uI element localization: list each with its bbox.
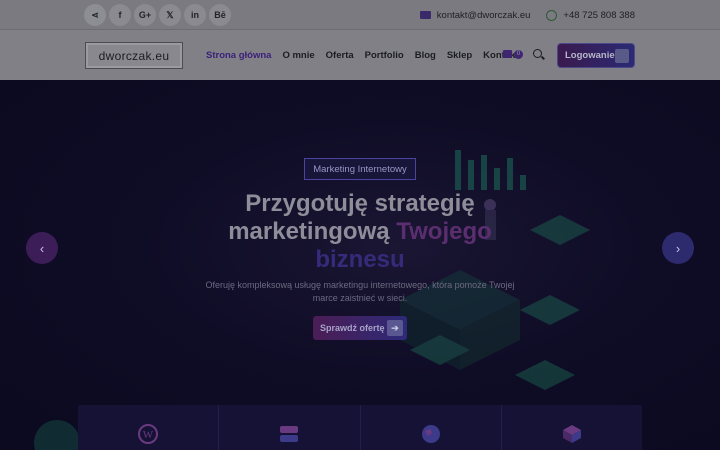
- box-icon: [562, 425, 581, 443]
- email-text: kontakt@dworczak.eu: [436, 9, 531, 21]
- x-twitter-icon[interactable]: 𝕏: [159, 4, 181, 26]
- menu-item-shop[interactable]: Sklep: [447, 50, 472, 61]
- page: ⋖ f G+ 𝕏 in Bē kontakt@dworczak.eu +48 7…: [0, 0, 720, 450]
- hero-tag: Marketing Internetowy: [304, 158, 416, 180]
- check-offer-button[interactable]: Sprawdź ofertę ➔: [313, 316, 407, 340]
- feature-card[interactable]: W: [78, 405, 220, 450]
- login-label: Logowanie: [565, 50, 615, 61]
- globe-icon: [421, 425, 440, 443]
- slider-prev-button[interactable]: ‹: [26, 232, 58, 264]
- main-menu: Strona główna O mnie Oferta Portfolio Bl…: [206, 30, 519, 80]
- server-icon: [280, 426, 299, 442]
- menu-item-blog[interactable]: Blog: [415, 50, 436, 61]
- menu-item-portfolio[interactable]: Portfolio: [365, 50, 404, 61]
- cta-label: Sprawdź ofertę: [320, 323, 385, 333]
- arrow-right-icon: ➔: [387, 320, 403, 336]
- hero-title-highlight: Twojego: [396, 218, 492, 245]
- chevron-right-icon: ›: [675, 240, 681, 256]
- slider-next-button[interactable]: ›: [662, 232, 694, 264]
- google-plus-icon[interactable]: G+: [134, 4, 156, 26]
- feature-card[interactable]: [219, 405, 361, 450]
- hero-title-line3: biznesu: [315, 246, 405, 273]
- wordpress-icon: W: [138, 424, 159, 444]
- menu-item-about[interactable]: O mnie: [282, 50, 314, 61]
- features-strip: W: [78, 405, 642, 450]
- feature-card[interactable]: [501, 405, 642, 450]
- hero-subtitle: Oferuję kompleksową usługę marketingu in…: [205, 280, 515, 303]
- svg-text:W: W: [143, 429, 154, 441]
- user-icon: [615, 49, 629, 63]
- linkedin-icon[interactable]: in: [184, 4, 206, 26]
- menu-item-home[interactable]: Strona główna: [206, 50, 271, 61]
- search-icon[interactable]: [533, 49, 542, 58]
- cart-count-badge: 0: [514, 49, 523, 59]
- phone-text: +48 725 808 388: [563, 9, 635, 21]
- hero-title-line2: marketingową Twojego: [180, 218, 540, 246]
- behance-icon[interactable]: Bē: [209, 4, 231, 26]
- contact-info: kontakt@dworczak.eu +48 725 808 388: [412, 0, 635, 30]
- social-links: ⋖ f G+ 𝕏 in Bē: [84, 4, 231, 26]
- login-button[interactable]: Logowanie: [557, 43, 635, 68]
- facebook-icon[interactable]: f: [109, 4, 131, 26]
- menu-item-offer[interactable]: Oferta: [326, 50, 354, 61]
- share-icon[interactable]: ⋖: [84, 4, 106, 26]
- decor-orb: [34, 420, 80, 450]
- cart-button[interactable]: 0: [502, 44, 524, 64]
- shopping-bag-icon: [503, 50, 512, 58]
- top-bar: ⋖ f G+ 𝕏 in Bē kontakt@dworczak.eu +48 7…: [0, 0, 720, 30]
- phone-link[interactable]: +48 725 808 388: [546, 9, 635, 21]
- hero-title: Przygotuję strategię marketingową Twojeg…: [180, 190, 540, 274]
- whatsapp-icon: [546, 9, 558, 21]
- email-link[interactable]: kontakt@dworczak.eu: [419, 9, 531, 21]
- mail-icon: [419, 11, 431, 19]
- main-navbar: dworczak.eu Strona główna O mnie Oferta …: [0, 30, 720, 80]
- hero-title-line2a: marketingową: [228, 218, 397, 245]
- feature-card[interactable]: [360, 405, 502, 450]
- hero-title-line1: Przygotuję strategię: [245, 190, 475, 217]
- chevron-left-icon: ‹: [39, 240, 45, 256]
- hero-slider: ‹ › Marketing Internetowy Przygotuję str…: [0, 80, 720, 450]
- site-logo[interactable]: dworczak.eu: [85, 42, 183, 69]
